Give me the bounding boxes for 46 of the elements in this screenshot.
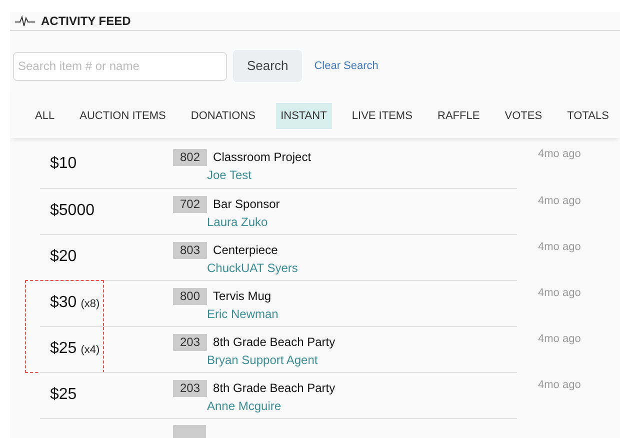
amount: $20 — [50, 247, 77, 267]
item-number: 803 — [173, 242, 208, 258]
timestamp: 4mo ago — [538, 332, 581, 347]
item-name: Classroom Project — [213, 149, 312, 166]
filter-tab[interactable]: VOTES — [500, 103, 548, 129]
timestamp: 4mo ago — [538, 240, 581, 255]
filter-tab[interactable]: TOTALS — [562, 103, 614, 129]
bidder-link[interactable]: Bryan Support Agent — [173, 351, 336, 369]
item-number: 702 — [173, 196, 208, 212]
filter-tab[interactable]: INSTANT — [276, 103, 332, 129]
bidder-link[interactable]: Eric Newman — [173, 305, 278, 323]
item-name: Tervis Mug — [213, 288, 272, 305]
filter-tab[interactable]: RAFFLE — [432, 103, 485, 129]
amount: $10 — [50, 154, 77, 174]
item-number: 203 — [173, 380, 208, 396]
bidder-link[interactable]: Joe Test — [173, 166, 312, 184]
item-number: 203 — [173, 334, 208, 350]
timestamp: 4mo ago — [538, 147, 581, 162]
item-name: 8th Grade Beach Party — [213, 334, 336, 351]
bidder-link[interactable]: Laura Zuko — [173, 213, 280, 231]
timestamp: 4mo ago — [538, 194, 581, 209]
amount: $30 — [50, 293, 77, 313]
bidder-link[interactable]: Anne Mcguire — [173, 397, 336, 415]
item-number: 802 — [173, 148, 208, 166]
amount: $5000 — [50, 201, 94, 221]
timestamp: 4mo ago — [538, 286, 581, 301]
item-name: Centerpiece — [213, 242, 278, 259]
pulse-icon — [15, 15, 35, 27]
item-name: 8th Grade Beach Party — [213, 380, 336, 397]
clear-search-link[interactable]: Clear Search — [314, 58, 378, 74]
quantity: (x8) — [80, 297, 100, 312]
feed-title: ACTIVITY FEED — [41, 13, 131, 30]
item-name: Bar Sponsor — [213, 196, 280, 213]
item-number: 800 — [173, 288, 208, 304]
quantity: (x4) — [80, 343, 100, 358]
filter-tab[interactable]: AUCTION ITEMS — [74, 103, 171, 129]
item-number-box — [173, 425, 206, 438]
filter-tab[interactable]: LIVE ITEMS — [346, 103, 418, 129]
search-button[interactable]: Search — [233, 50, 302, 82]
amount: $25 — [50, 339, 77, 359]
bidder-link[interactable]: ChuckUAT Syers — [173, 259, 298, 277]
filter-tab[interactable]: DONATIONS — [186, 103, 260, 129]
filter-tab[interactable]: ALL — [30, 103, 60, 129]
search-field[interactable]: Search item # or name — [13, 52, 227, 80]
timestamp: 4mo ago — [538, 378, 581, 393]
amount: $25 — [50, 385, 77, 405]
